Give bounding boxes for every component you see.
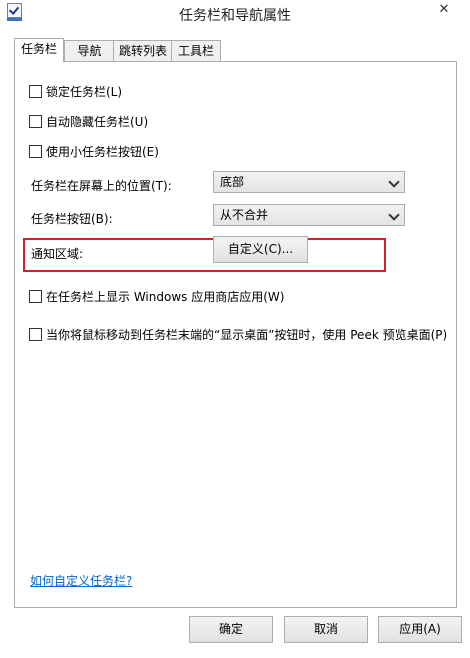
cancel-button[interactable]: 取消 <box>284 616 368 643</box>
position-label: 任务栏在屏幕上的位置(T): <box>31 179 172 193</box>
help-link[interactable]: 如何自定义任务栏? <box>30 572 132 589</box>
notification-label: 通知区域: <box>31 247 84 261</box>
window-title: 任务栏和导航属性 <box>179 8 291 24</box>
small-buttons-checkbox[interactable] <box>29 145 42 158</box>
buttons-combine-value: 从不合并 <box>220 208 269 222</box>
position-select[interactable]: 底部 <box>213 171 405 193</box>
ok-button[interactable]: 确定 <box>189 616 273 643</box>
baidu-watermark <box>375 612 465 652</box>
customize-button[interactable]: 自定义(C)... <box>213 236 308 263</box>
store-apps-option[interactable]: 在任务栏上显示 Windows 应用商店应用(W) <box>29 288 284 305</box>
tab-jumplists[interactable]: 跳转列表 <box>113 40 173 61</box>
title-bar: 任务栏和导航属性 ✕ <box>0 0 470 30</box>
lock-taskbar-checkbox[interactable] <box>29 85 42 98</box>
buttons-label: 任务栏按钮(B): <box>31 212 113 226</box>
tab-taskbar[interactable]: 任务栏 <box>14 38 64 62</box>
autohide-option[interactable]: 自动隐藏任务栏(U) <box>29 113 148 130</box>
small-buttons-option[interactable]: 使用小任务栏按钮(E) <box>29 143 159 160</box>
autohide-label: 自动隐藏任务栏(U) <box>46 115 149 129</box>
peek-label: 当你将鼠标移动到任务栏末端的“显示桌面”按钮时，使用 Peek 预览桌面(P) <box>46 328 448 342</box>
tab-toolbars[interactable]: 工具栏 <box>171 40 221 61</box>
lock-taskbar-option[interactable]: 锁定任务栏(L) <box>29 83 122 100</box>
peek-checkbox[interactable] <box>29 328 42 341</box>
close-button[interactable]: ✕ <box>424 0 464 20</box>
chevron-down-icon <box>388 176 400 188</box>
buttons-combine-select[interactable]: 从不合并 <box>213 204 405 226</box>
autohide-checkbox[interactable] <box>29 115 42 128</box>
store-apps-label: 在任务栏上显示 Windows 应用商店应用(W) <box>46 290 285 304</box>
tab-navigation[interactable]: 导航 <box>64 40 115 61</box>
store-apps-checkbox[interactable] <box>29 290 42 303</box>
position-value: 底部 <box>220 175 245 189</box>
chevron-down-icon <box>388 209 400 221</box>
small-buttons-label: 使用小任务栏按钮(E) <box>46 145 159 159</box>
peek-option[interactable]: 当你将鼠标移动到任务栏末端的“显示桌面”按钮时，使用 Peek 预览桌面(P) <box>29 326 447 343</box>
lock-taskbar-label: 锁定任务栏(L) <box>46 85 123 99</box>
